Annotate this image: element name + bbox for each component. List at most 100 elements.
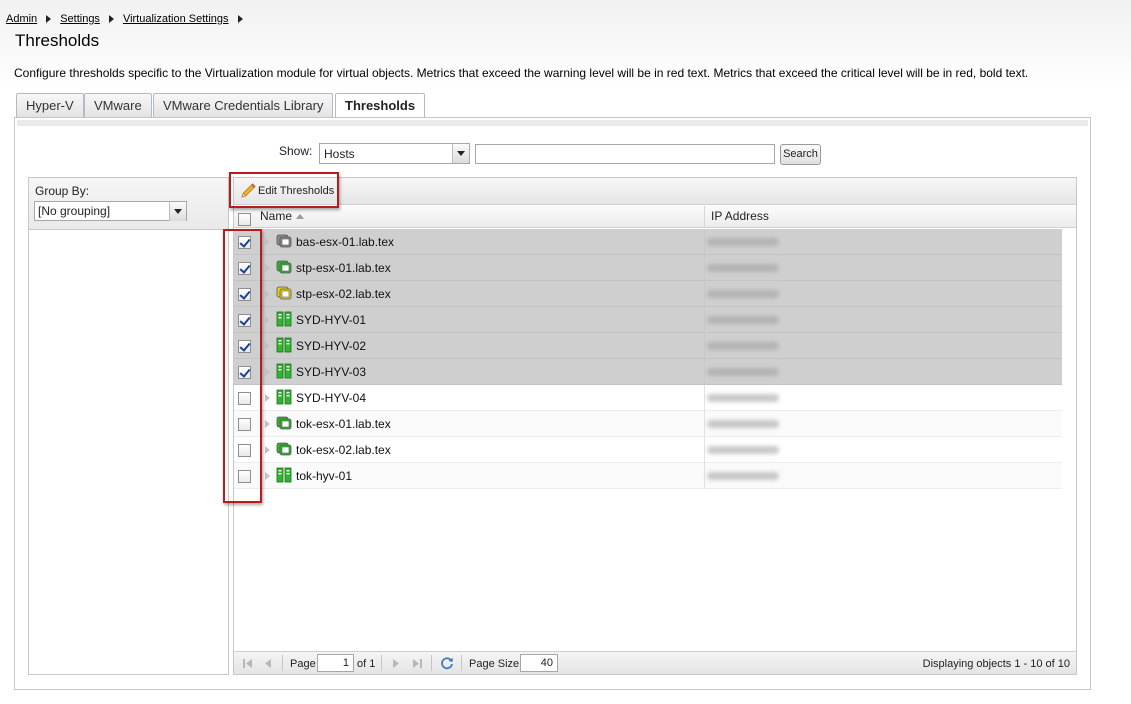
ip-address-redacted	[707, 472, 779, 480]
column-divider	[704, 307, 705, 333]
group-by-header: Group By: [No grouping]	[29, 178, 228, 230]
ip-address-redacted	[707, 264, 779, 272]
breadcrumb-virtualization-settings[interactable]: Virtualization Settings	[123, 13, 229, 25]
hyperv-host-icon	[276, 389, 292, 405]
next-page-icon[interactable]	[390, 658, 402, 669]
expand-icon[interactable]	[265, 316, 270, 324]
table-row[interactable]: SYD-HYV-04	[234, 385, 1062, 411]
host-name[interactable]: tok-hyv-01	[296, 469, 352, 483]
group-by-label: Group By:	[35, 184, 90, 198]
group-by-select[interactable]: [No grouping]	[34, 201, 187, 221]
ip-address-redacted	[707, 342, 779, 350]
column-divider	[704, 385, 705, 411]
expand-icon[interactable]	[265, 394, 270, 402]
table-row[interactable]: SYD-HYV-01	[234, 307, 1062, 333]
tab-vmware-credentials-library[interactable]: VMware Credentials Library	[153, 93, 334, 117]
column-divider	[704, 333, 705, 359]
breadcrumb-arrow-icon	[46, 14, 52, 23]
page-number-input[interactable]: 1	[317, 654, 354, 672]
sort-ascending-icon	[296, 214, 305, 220]
table-row[interactable]: tok-hyv-01	[234, 463, 1062, 489]
search-button[interactable]: Search	[780, 144, 821, 165]
ip-address-redacted	[707, 394, 779, 402]
page-description: Configure thresholds specific to the Vir…	[14, 66, 1029, 80]
expand-icon[interactable]	[265, 446, 270, 454]
panel-top-strip	[17, 120, 1088, 126]
host-name[interactable]: tok-esx-01.lab.tex	[296, 417, 391, 431]
page-title: Thresholds	[15, 31, 100, 50]
column-header-name[interactable]: Name	[260, 209, 305, 223]
expand-icon[interactable]	[265, 290, 270, 298]
ip-address-redacted	[707, 420, 779, 428]
ip-address-redacted	[707, 446, 779, 454]
hyperv-host-icon	[276, 467, 292, 483]
host-name[interactable]: tok-esx-02.lab.tex	[296, 443, 391, 457]
show-select-value: Hosts	[324, 147, 355, 161]
show-select[interactable]: Hosts	[319, 143, 470, 164]
column-divider[interactable]	[704, 206, 705, 227]
table-row[interactable]: tok-esx-02.lab.tex	[234, 437, 1062, 463]
search-input[interactable]	[475, 144, 775, 164]
last-page-icon[interactable]	[411, 658, 423, 669]
host-name[interactable]: stp-esx-02.lab.tex	[296, 287, 391, 301]
column-divider	[704, 281, 705, 307]
host-name[interactable]: SYD-HYV-01	[296, 313, 366, 327]
refresh-icon[interactable]	[440, 656, 454, 670]
chevron-down-icon[interactable]	[452, 144, 469, 163]
ip-address-redacted	[707, 238, 779, 246]
breadcrumb-admin[interactable]: Admin	[6, 13, 37, 25]
pager-separator	[461, 655, 462, 671]
expand-icon[interactable]	[265, 472, 270, 480]
ip-address-redacted	[707, 290, 779, 298]
breadcrumb: Admin Settings Virtualization Settings	[6, 13, 252, 25]
page-size-input[interactable]: 40	[520, 654, 558, 672]
table-row[interactable]: bas-esx-01.lab.tex	[234, 229, 1062, 255]
page-of-label: of 1	[357, 658, 376, 670]
first-page-icon[interactable]	[242, 658, 254, 669]
ip-address-redacted	[707, 368, 779, 376]
select-all-checkbox[interactable]	[238, 213, 251, 226]
grid-toolbar: Edit Thresholds	[234, 178, 1076, 205]
table-row[interactable]: SYD-HYV-02	[234, 333, 1062, 359]
host-name[interactable]: SYD-HYV-03	[296, 365, 366, 379]
host-name[interactable]: bas-esx-01.lab.tex	[296, 235, 394, 249]
breadcrumb-arrow-icon	[108, 14, 114, 23]
expand-icon[interactable]	[265, 342, 270, 350]
tab-thresholds[interactable]: Thresholds	[335, 93, 426, 118]
show-label: Show:	[279, 144, 313, 158]
edit-thresholds-highlight	[229, 172, 339, 208]
ip-address-redacted	[707, 316, 779, 324]
pager-separator	[431, 655, 432, 671]
vmware-host-icon	[276, 260, 292, 274]
vmware-host-icon	[276, 416, 292, 430]
pagination-bar: Page 1 of 1 Page Size 40 Displaying obje…	[234, 651, 1076, 674]
host-name[interactable]: SYD-HYV-02	[296, 339, 366, 353]
column-divider	[704, 411, 705, 437]
grid-rows: bas-esx-01.lab.tex stp-esx-01.lab.tex stp-…	[234, 229, 1062, 489]
table-row[interactable]: SYD-HYV-03	[234, 359, 1062, 385]
chevron-down-icon[interactable]	[169, 202, 186, 221]
vmware-host-icon	[276, 442, 292, 456]
expand-icon[interactable]	[265, 238, 270, 246]
tab-vmware[interactable]: VMware	[84, 93, 152, 117]
hosts-grid: Edit Thresholds Name IP Address bas-esx-…	[233, 177, 1077, 675]
expand-icon[interactable]	[265, 420, 270, 428]
table-row[interactable]: stp-esx-02.lab.tex	[234, 281, 1062, 307]
host-name[interactable]: SYD-HYV-04	[296, 391, 366, 405]
expand-icon[interactable]	[265, 368, 270, 376]
tab-hyper-v[interactable]: Hyper-V	[16, 93, 84, 117]
table-row[interactable]: tok-esx-01.lab.tex	[234, 411, 1062, 437]
page-size-label: Page Size	[469, 658, 520, 670]
previous-page-icon[interactable]	[262, 658, 274, 669]
breadcrumb-arrow-icon	[237, 14, 243, 23]
group-by-value: [No grouping]	[38, 204, 111, 218]
column-divider	[704, 463, 705, 489]
column-divider	[704, 359, 705, 385]
breadcrumb-settings[interactable]: Settings	[60, 13, 100, 25]
table-row[interactable]: stp-esx-01.lab.tex	[234, 255, 1062, 281]
selected-checkboxes-highlight	[223, 229, 262, 503]
expand-icon[interactable]	[265, 264, 270, 272]
host-name[interactable]: stp-esx-01.lab.tex	[296, 261, 391, 275]
column-header-ip-address[interactable]: IP Address	[711, 209, 769, 223]
column-divider	[704, 229, 705, 255]
